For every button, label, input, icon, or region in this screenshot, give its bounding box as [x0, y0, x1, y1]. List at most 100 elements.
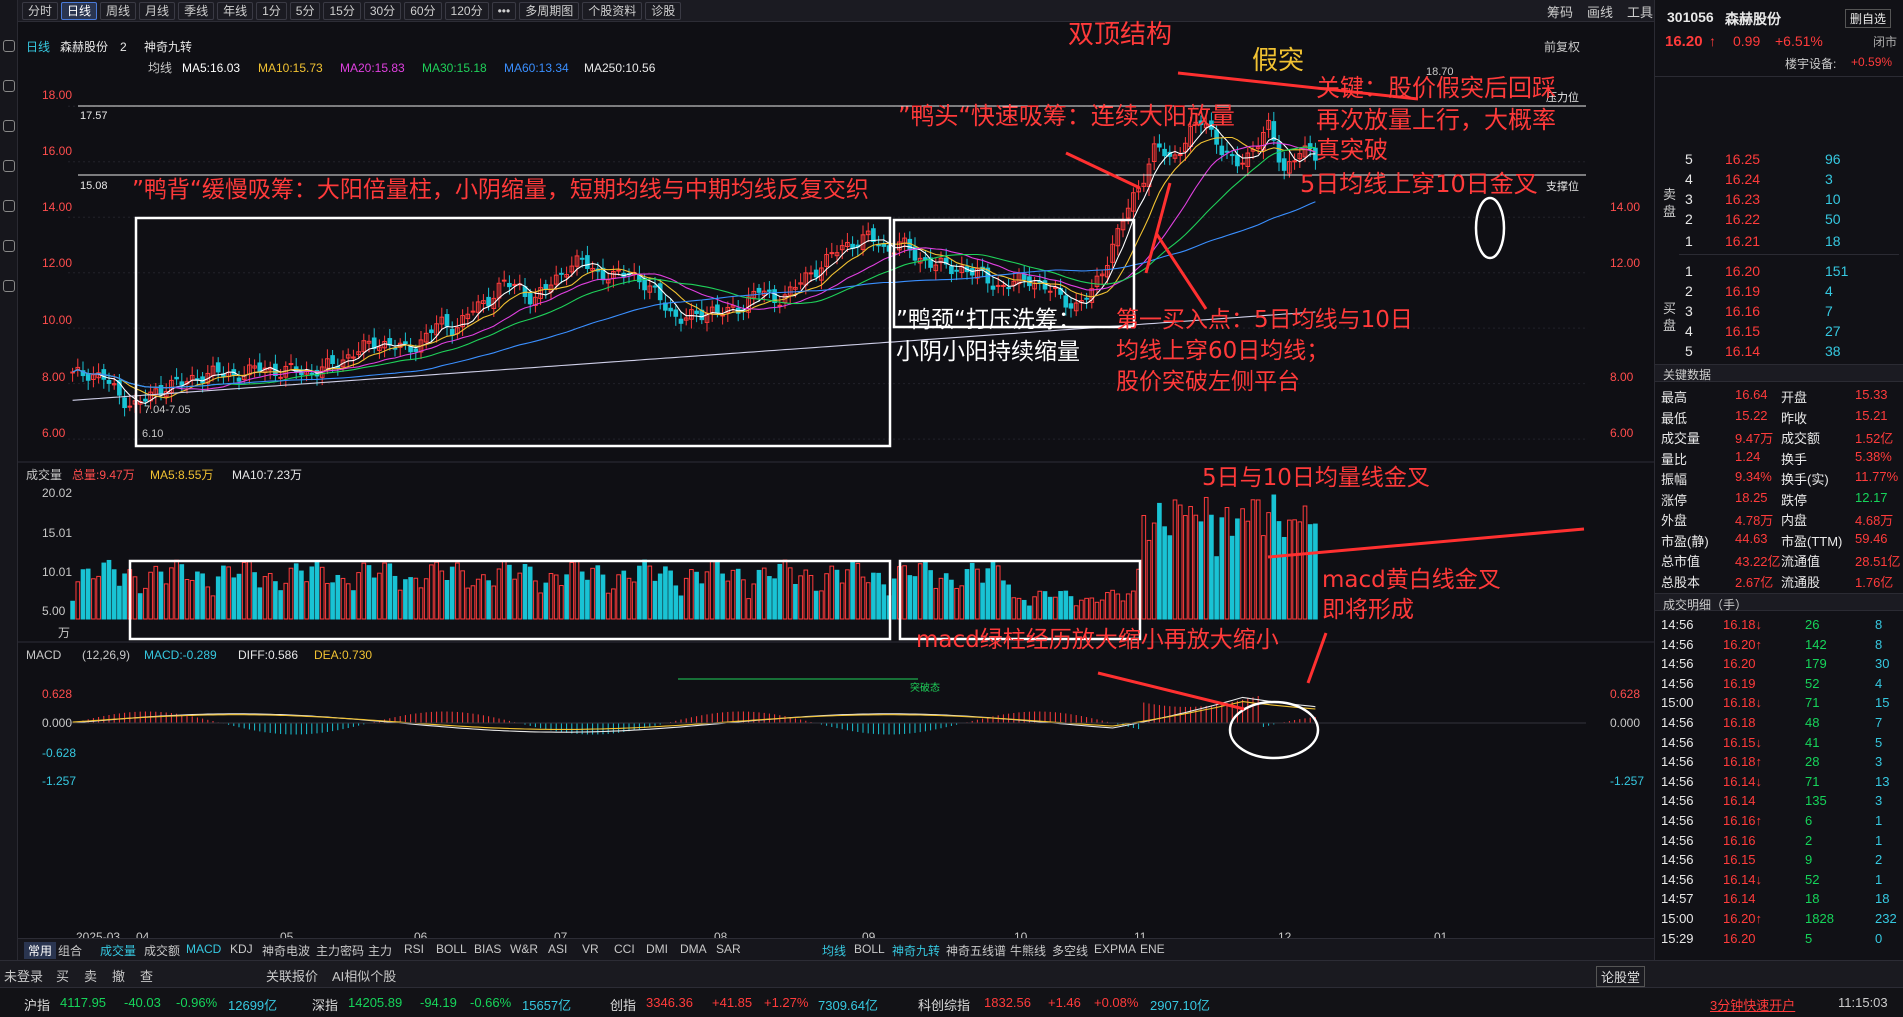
period-tab-15min[interactable]: 15分	[323, 1, 361, 20]
tab-kdj[interactable]: KDJ	[230, 942, 253, 956]
ask-price[interactable]: 16.25	[1725, 151, 1760, 167]
message-icon[interactable]	[3, 200, 15, 212]
volume-bar	[80, 569, 86, 620]
period-tab-1min[interactable]: 1分	[256, 1, 287, 20]
tab-macd[interactable]: MACD	[186, 942, 221, 956]
tab-boll[interactable]: BOLL	[436, 942, 467, 956]
index-name[interactable]: 深指	[312, 995, 338, 1014]
volume-bar	[1001, 580, 1006, 620]
period-tab-quarterly[interactable]: 季线	[178, 1, 215, 20]
bid-price[interactable]: 16.15	[1725, 323, 1760, 339]
tab-amount[interactable]: 成交额	[144, 942, 180, 959]
period-tab-30min[interactable]: 30分	[363, 1, 402, 20]
macd-title[interactable]: MACD	[26, 648, 62, 662]
tab-volume[interactable]: 成交量	[100, 942, 136, 959]
tick-volume: 71	[1805, 695, 1820, 711]
ask-price[interactable]: 16.24	[1725, 171, 1760, 187]
tick-volume: 135	[1805, 793, 1827, 809]
fq-label[interactable]: 前复权	[1544, 39, 1580, 54]
bid-price[interactable]: 16.14	[1725, 343, 1760, 359]
login-status[interactable]: 未登录	[4, 966, 43, 985]
tab-bias[interactable]: BIAS	[474, 942, 501, 956]
multi-period-dropdown[interactable]: 多周期图	[519, 1, 580, 20]
stock-info-dropdown[interactable]: 个股资料	[582, 1, 643, 20]
tab-five-line[interactable]: 神奇五线谱	[946, 942, 1006, 959]
news-icon[interactable]	[3, 240, 15, 252]
bid-price[interactable]: 16.19	[1725, 283, 1760, 299]
index-name[interactable]: 沪指	[24, 995, 50, 1014]
delete-watchlist-button[interactable]: 删自选	[1845, 9, 1892, 28]
period-tab-120min[interactable]: 120分	[444, 1, 489, 20]
ai-similar-button[interactable]: AI相似个股	[332, 966, 396, 985]
period-tab-monthly[interactable]: 月线	[139, 1, 176, 20]
tab-ma[interactable]: 均线	[822, 942, 846, 959]
tab-bull-bear[interactable]: 牛熊线	[1010, 942, 1046, 959]
tab-dma[interactable]: DMA	[680, 942, 707, 956]
period-tab-60min[interactable]: 60分	[404, 1, 442, 20]
index-name[interactable]: 科创综指	[918, 995, 970, 1014]
period-tab-1[interactable]: 分时	[22, 1, 59, 20]
draw-button[interactable]: 画线	[1587, 2, 1613, 21]
period-tab-yearly[interactable]: 年线	[217, 1, 254, 20]
period-tab-weekly[interactable]: 周线	[100, 1, 137, 20]
tab-wr[interactable]: W&R	[510, 942, 538, 956]
tools-button[interactable]: 工具	[1627, 2, 1653, 21]
volume-bar	[278, 590, 283, 620]
tick-price: 16.18↓	[1723, 695, 1763, 711]
cancel-order-button[interactable]: 撤	[112, 966, 125, 985]
chip-button[interactable]: 筹码	[1547, 2, 1573, 21]
volume-bar	[387, 563, 393, 620]
diagnose-button[interactable]: 诊股	[645, 1, 682, 20]
tab-expma[interactable]: EXPMA	[1094, 942, 1136, 956]
chart-icon[interactable]	[3, 80, 15, 92]
ask-price[interactable]: 16.22	[1725, 211, 1760, 227]
check-icon[interactable]	[3, 280, 15, 292]
tab-common[interactable]: 常用	[24, 942, 57, 959]
tick-volume: 71	[1805, 773, 1820, 789]
tick-time: 14:56	[1661, 675, 1694, 691]
tick-time: 14:56	[1661, 852, 1694, 868]
price-arrow: ↑	[1709, 33, 1716, 49]
tab-asi[interactable]: ASI	[548, 942, 567, 956]
tab-vr[interactable]: VR	[582, 942, 599, 956]
period-tab-daily[interactable]: 日线	[61, 1, 98, 20]
ask-price[interactable]: 16.21	[1725, 233, 1760, 249]
index-name[interactable]: 创指	[610, 995, 636, 1014]
tab-nine[interactable]: 神奇九转	[892, 942, 940, 959]
candle-body	[403, 341, 408, 345]
tab-boll-main[interactable]: BOLL	[854, 942, 885, 956]
tab-main-code[interactable]: 主力密码	[316, 942, 364, 959]
ai-icon[interactable]	[3, 160, 15, 172]
period-tab-5min[interactable]: 5分	[289, 1, 321, 20]
tab-dmi[interactable]: DMI	[646, 942, 668, 956]
volume-bar	[527, 566, 533, 620]
volume-bar	[850, 560, 855, 620]
tab-main[interactable]: 主力	[368, 942, 392, 959]
candle-body	[673, 309, 679, 317]
tab-wave[interactable]: 神奇电波	[262, 942, 310, 959]
list-icon[interactable]	[3, 120, 15, 132]
open-account-link[interactable]: 3分钟快速开户	[1710, 995, 1795, 1014]
tab-ene[interactable]: ENE	[1140, 942, 1165, 956]
bid-price[interactable]: 16.16	[1725, 303, 1760, 319]
tab-combo[interactable]: 组合	[58, 942, 82, 959]
tick-price: 16.16	[1723, 832, 1756, 848]
volume-ma10: MA10:7.23万	[232, 468, 302, 482]
bid-price[interactable]: 16.20	[1725, 263, 1760, 279]
buy-point-annotation-line2: 均线上穿60日均线；	[1116, 338, 1330, 364]
tab-rsi[interactable]: RSI	[404, 942, 424, 956]
tab-cci[interactable]: CCI	[614, 942, 635, 956]
ask-price[interactable]: 16.23	[1725, 191, 1760, 207]
sector-label[interactable]: 楼宇设备:	[1785, 55, 1836, 72]
related-quote-button[interactable]: 关联报价	[266, 966, 318, 985]
tab-sar[interactable]: SAR	[716, 942, 741, 956]
tick-time: 14:56	[1661, 734, 1694, 750]
buy-button[interactable]: 买	[56, 966, 69, 985]
tab-long-short[interactable]: 多空线	[1052, 942, 1088, 959]
query-button[interactable]: 查	[140, 966, 153, 985]
forum-button[interactable]: 论股堂	[1596, 966, 1646, 987]
sell-button[interactable]: 卖	[84, 966, 97, 985]
more-button[interactable]: •••	[491, 1, 517, 20]
home-icon[interactable]	[3, 40, 15, 52]
volume-bar	[408, 577, 413, 620]
